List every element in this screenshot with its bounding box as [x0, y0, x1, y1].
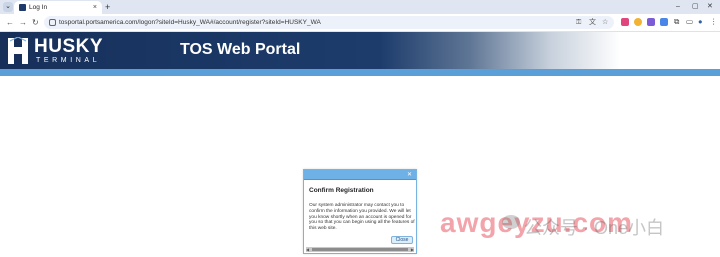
translate-icon[interactable]: 文 — [589, 18, 596, 27]
logo-subtitle: TERMINAL — [36, 57, 101, 64]
password-key-icon[interactable]: ⚿ — [576, 18, 581, 27]
husky-favicon-icon — [19, 4, 26, 11]
browser-tab-strip: ⌄ Log In × + – ▢ ✕ — [0, 0, 720, 14]
header-accent-bar — [0, 69, 720, 76]
husky-terminal-logo[interactable]: HUSKY TERMINAL — [6, 36, 118, 66]
extension-icon-3[interactable] — [647, 18, 655, 26]
tab-close-icon[interactable]: × — [93, 3, 97, 12]
scroll-thumb[interactable] — [312, 248, 408, 251]
address-bar[interactable]: tosportal.portsamerica.com/logon?siteId=… — [44, 16, 614, 29]
tab-search-icon[interactable]: ⌄ — [3, 2, 13, 12]
new-tab-button[interactable]: + — [105, 2, 110, 12]
dialog-close-icon[interactable]: ✕ — [407, 170, 412, 180]
browser-toolbar: ← → ↻ tosportal.portsamerica.com/logon?s… — [0, 14, 720, 32]
extension-icon-2[interactable] — [634, 18, 642, 26]
dialog-horizontal-scrollbar[interactable]: ◀ ▶ — [306, 247, 414, 252]
page-title: TOS Web Portal — [180, 41, 301, 58]
url-text[interactable]: tosportal.portsamerica.com/logon?siteId=… — [59, 18, 321, 27]
profile-avatar-icon[interactable]: ● — [698, 17, 703, 27]
extension-icon-4[interactable] — [660, 18, 668, 26]
close-button[interactable]: Close — [391, 236, 413, 244]
tab-log-in[interactable]: Log In × — [14, 1, 102, 14]
bookmark-star-icon[interactable]: ☆ — [602, 18, 608, 27]
scroll-right-icon[interactable]: ▶ — [411, 247, 414, 252]
close-window-button[interactable]: ✕ — [707, 2, 713, 12]
maximize-button[interactable]: ▢ — [692, 2, 699, 12]
wechat-icon — [502, 215, 520, 229]
extension-icon-1[interactable] — [621, 18, 629, 26]
logo-wordmark: HUSKY — [34, 36, 104, 57]
back-button[interactable]: ← — [6, 17, 14, 28]
confirm-registration-dialog: ✕ Confirm Registration Our system admini… — [303, 169, 417, 254]
minimize-button[interactable]: – — [676, 2, 680, 12]
site-info-icon[interactable] — [49, 19, 56, 26]
husky-logo-mark-icon — [8, 37, 28, 64]
browser-menu-icon[interactable]: ⋮ — [710, 17, 718, 27]
forward-button[interactable]: → — [19, 17, 27, 28]
dialog-heading: Confirm Registration — [309, 187, 374, 194]
watermark-cn-text: 公众号 · One小白 — [524, 218, 665, 238]
site-header: HUSKY TERMINAL TOS Web Portal — [0, 32, 720, 69]
tab-title: Log In — [29, 4, 48, 11]
dialog-titlebar[interactable]: ✕ — [304, 170, 416, 180]
dialog-message: Our system administrator may contact you… — [309, 203, 415, 232]
extensions-puzzle-icon[interactable]: ⧉ — [674, 17, 679, 27]
scroll-left-icon[interactable]: ◀ — [306, 247, 309, 252]
reload-button[interactable]: ↻ — [32, 17, 39, 28]
side-panel-icon[interactable]: ▭ — [686, 17, 693, 27]
